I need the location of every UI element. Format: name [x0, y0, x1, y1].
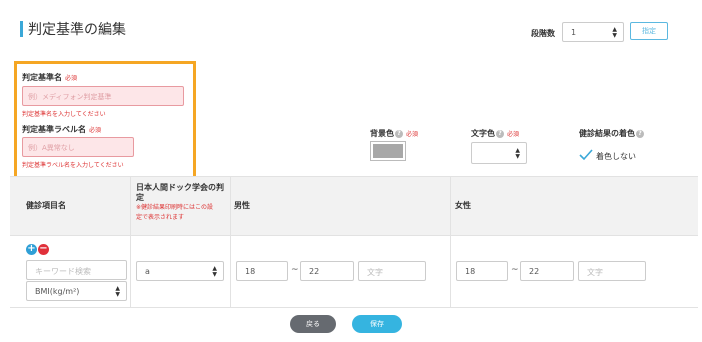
text-color-select[interactable]: ▲ ▼ [471, 142, 527, 164]
header-jsa-judgement: 日本人間ドック学会の判 定 ※健診結果印刷時にはこの設 定で表示されます [136, 183, 224, 221]
male-text-input[interactable]: 文字 [358, 261, 426, 281]
save-button[interactable]: 保存 [352, 315, 402, 333]
criteria-table-header [10, 176, 698, 236]
text-color-label: 文字色? 必須 [471, 129, 520, 138]
title-accent-bar [20, 21, 23, 37]
no-color-label: 着色しない [596, 152, 636, 161]
column-divider [230, 176, 231, 307]
criteria-name-input[interactable]: 例）メディフォン判定基準 [22, 86, 184, 106]
help-icon[interactable]: ? [636, 129, 644, 138]
criteria-name-label: 判定基準名 必須 [22, 73, 78, 82]
header-item-name: 健診項目名 [26, 201, 66, 210]
select-arrows-icon: ▲ ▼ [115, 285, 120, 298]
jsa-judgement-select[interactable]: a ▲ ▼ [136, 261, 224, 281]
remove-row-icon[interactable]: − [38, 244, 49, 255]
item-select[interactable]: BMI(kg/m²) ▲ ▼ [26, 281, 127, 301]
header-female: 女性 [455, 201, 471, 210]
male-max-input[interactable]: 22 [300, 261, 354, 281]
back-button[interactable]: 戻る [290, 315, 336, 333]
select-arrows-icon: ▲ ▼ [515, 147, 520, 160]
designate-button[interactable]: 指定 [630, 22, 668, 40]
male-min-input[interactable]: 18 [236, 261, 288, 281]
add-row-icon[interactable]: + [26, 244, 37, 255]
no-color-check-icon[interactable] [579, 149, 593, 161]
help-icon[interactable]: ? [496, 129, 504, 138]
header-jsa-note: ※健診結果印刷時にはこの設 [136, 204, 214, 211]
criteria-label-input[interactable]: 例）A異常なし [22, 137, 134, 157]
step-count-select[interactable]: 1 ▲ ▼ [562, 22, 624, 42]
female-text-input[interactable]: 文字 [578, 261, 646, 281]
result-color-label: 健診結果の着色? [579, 128, 644, 139]
female-max-input[interactable]: 22 [520, 261, 574, 281]
criteria-label-label: 判定基準ラベル名 必須 [22, 125, 102, 134]
criteria-name-error: 判定基準名を入力してください [22, 111, 106, 118]
column-divider [450, 176, 451, 307]
column-divider [130, 176, 131, 307]
bg-color-picker[interactable] [370, 141, 406, 161]
select-arrows-icon: ▲ ▼ [212, 265, 217, 278]
criteria-label-error: 判定基準ラベル名を入力してください [22, 162, 124, 169]
table-row-divider [10, 307, 698, 308]
page-title: 判定基準の編集 [28, 22, 126, 38]
bg-color-swatch [373, 144, 403, 158]
range-separator: ~ [291, 265, 299, 275]
required-badge: 必須 [65, 75, 78, 82]
range-separator: ~ [511, 265, 519, 275]
select-arrows-icon: ▲ ▼ [612, 26, 617, 39]
step-count-value: 1 [571, 28, 577, 37]
bg-color-label: 背景色? 必須 [370, 129, 419, 138]
step-count-label: 段階数 [531, 29, 555, 38]
required-badge: 必須 [89, 127, 102, 134]
help-icon[interactable]: ? [395, 129, 403, 138]
keyword-search-input[interactable]: キーワード検索 [26, 260, 127, 280]
header-male: 男性 [234, 201, 250, 210]
female-min-input[interactable]: 18 [456, 261, 508, 281]
